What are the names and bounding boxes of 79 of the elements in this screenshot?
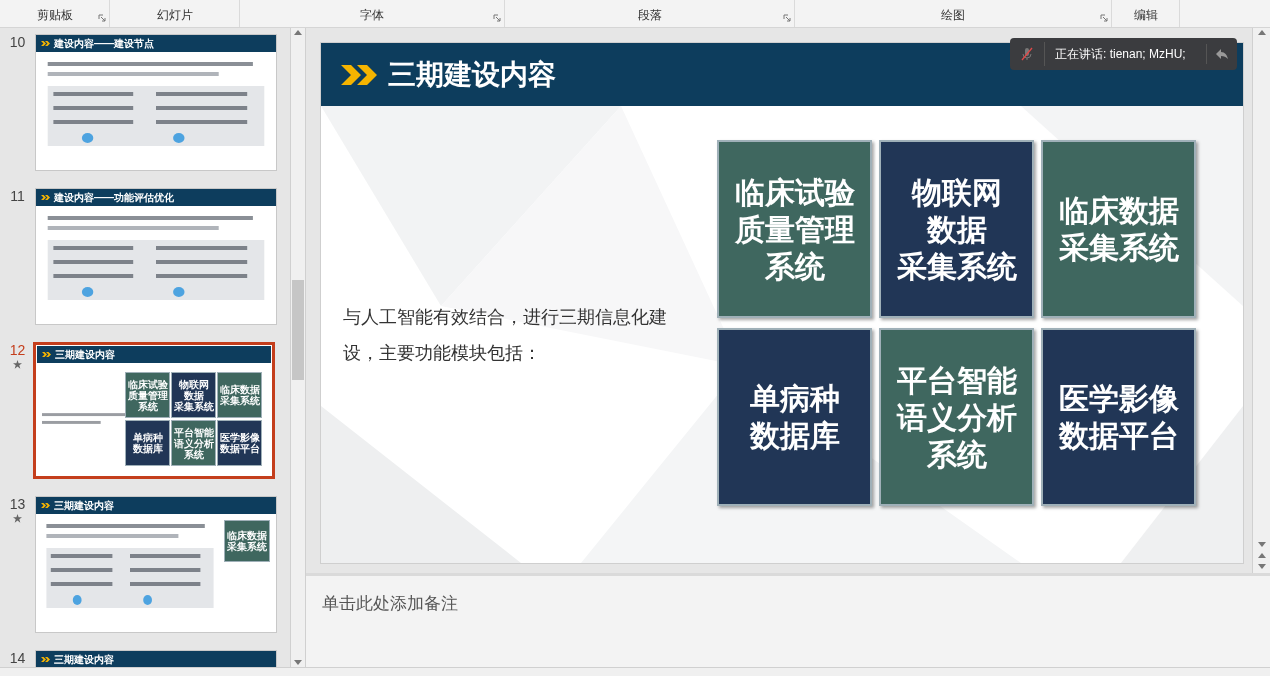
tile-label: 语义分析 — [173, 437, 214, 449]
dialog-launcher-icon[interactable] — [783, 14, 791, 22]
scroll-down-icon[interactable] — [294, 660, 302, 665]
tile-label: 单病种 — [749, 381, 840, 417]
dialog-launcher-icon[interactable] — [1100, 14, 1108, 22]
scrollbar-thumb[interactable] — [292, 280, 304, 380]
tile-label: 数据 — [926, 211, 987, 248]
scroll-down-icon[interactable] — [1257, 542, 1266, 547]
chevrons-icon — [41, 194, 51, 201]
slide-scrollbar[interactable] — [1252, 28, 1270, 573]
tile-label: 采集系统 — [173, 400, 214, 412]
animation-star-icon — [13, 360, 22, 369]
tile-label: 医学影像 — [219, 432, 260, 443]
slide-number: 14 — [9, 650, 26, 666]
tile-label: 平台智能 — [896, 362, 1017, 399]
tile-label: 单病种 — [132, 432, 163, 443]
chevrons-icon — [42, 351, 52, 358]
tile-label: 物联网 — [178, 378, 209, 390]
tile-label: 数据平台 — [219, 443, 260, 454]
tile-label: 数据 — [183, 389, 204, 401]
tile-label: 数据库 — [132, 443, 163, 454]
slide-title: 三期建设内容 — [54, 499, 114, 512]
tile-label: 质量管理 — [127, 389, 168, 401]
scroll-up-icon[interactable] — [294, 30, 302, 35]
notes-pane[interactable]: 单击此处添加备注 — [306, 573, 1270, 667]
slide-number: 13 — [9, 496, 26, 512]
slide-number: 10 — [9, 34, 26, 50]
slide-thumbnail[interactable]: 三期建设内容 — [35, 650, 277, 667]
tile-label: 平台智能 — [173, 426, 214, 438]
tile-label: 数据平台 — [1058, 418, 1179, 454]
slide-thumbnail[interactable]: 建设内容——功能评估优化 — [35, 188, 277, 325]
animation-star-icon — [13, 514, 22, 523]
chevrons-icon — [41, 656, 51, 663]
scroll-up-icon[interactable] — [1257, 30, 1266, 35]
reply-arrow-icon[interactable] — [1215, 48, 1229, 60]
thumbnail-scrollbar[interactable] — [290, 28, 306, 667]
slide-number: 11 — [10, 188, 25, 204]
tile-label: 采集系统 — [1058, 230, 1179, 266]
tile-label: 系统 — [764, 248, 825, 285]
slide-title: 三期建设内容 — [54, 653, 114, 666]
slide-title: 三期建设内容 — [55, 348, 115, 361]
ribbon-group-label: 幻灯片 — [156, 7, 193, 24]
next-slide-icon[interactable] — [1257, 564, 1266, 569]
ribbon-group-label: 段落 — [637, 7, 662, 24]
ribbon-group-label: 剪贴板 — [36, 7, 73, 24]
dialog-launcher-icon[interactable] — [493, 14, 501, 22]
previous-slide-icon[interactable] — [1257, 553, 1266, 558]
tile-label: 语义分析 — [896, 399, 1017, 436]
tile-label: 数据库 — [749, 418, 840, 454]
tile-label: 系统 — [183, 448, 204, 460]
slide-number: 12 — [9, 342, 26, 358]
tile-label: 采集系统 — [219, 395, 260, 406]
slide-title: 三期建设内容 — [388, 57, 556, 92]
tile-label: 质量管理 — [734, 211, 855, 248]
notes-placeholder: 单击此处添加备注 — [322, 594, 458, 613]
tile-label: 系统 — [926, 436, 987, 473]
tile-label: 临床数据 — [1058, 193, 1179, 229]
slide-thumbnail[interactable]: 建设内容——建设节点 — [35, 34, 277, 171]
ribbon-group-label: 绘图 — [941, 7, 965, 24]
tile-label: 医学影像 — [1058, 381, 1179, 417]
tile-label: 临床试验 — [127, 378, 168, 390]
chevrons-icon — [41, 502, 51, 509]
tile-label: 采集系统 — [227, 541, 267, 552]
slide-thumbnail[interactable]: 三期建设内容 临床数据 采集系统 — [35, 496, 277, 633]
microphone-muted-icon[interactable] — [1020, 47, 1034, 61]
slide-body-text: 与人工智能有效结合，进行三期信息化建设，主要功能模块包括： — [343, 305, 668, 365]
tile-label: 临床数据 — [227, 530, 267, 541]
chevrons-icon — [41, 40, 51, 47]
tile-label: 采集系统 — [896, 248, 1017, 285]
ribbon-group-label: 字体 — [360, 7, 384, 24]
ribbon-group-label: 编辑 — [1133, 7, 1158, 24]
tile-label: 物联网 — [911, 174, 1002, 211]
tile-label: 临床数据 — [219, 384, 260, 395]
slide-title: 建设内容——功能评估优化 — [54, 191, 174, 204]
tile-label: 临床试验 — [734, 174, 855, 211]
tile-label: 系统 — [137, 400, 158, 412]
speaking-status: 正在讲话: tienan; MzHU; — [1055, 46, 1186, 63]
dialog-launcher-icon[interactable] — [98, 14, 106, 22]
slide-title: 建设内容——建设节点 — [54, 37, 154, 50]
